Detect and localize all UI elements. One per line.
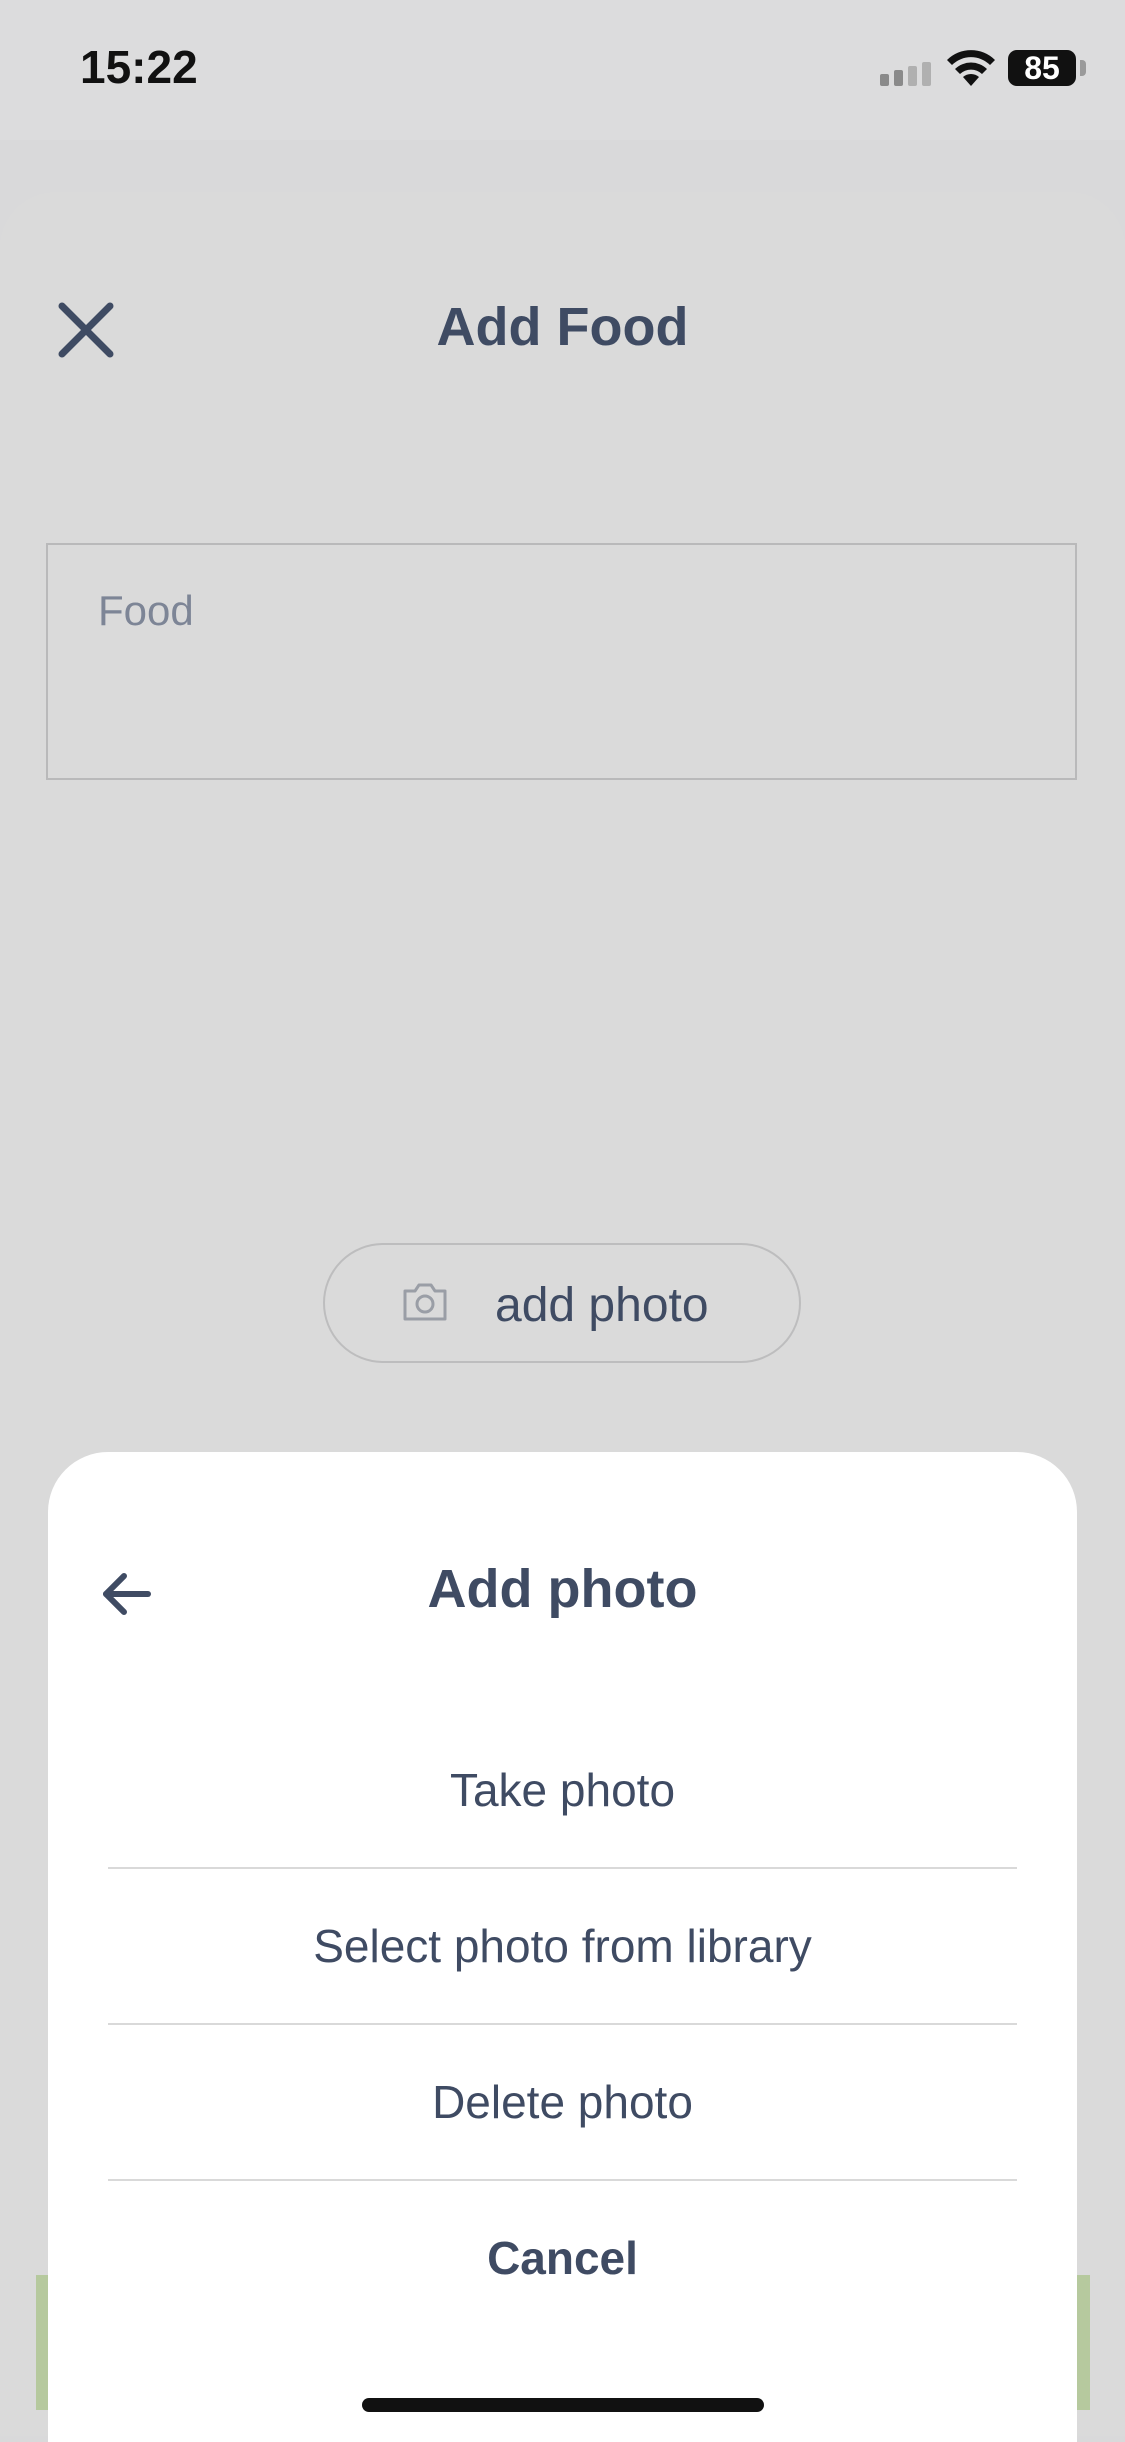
select-from-library-label: Select photo from library — [313, 1920, 812, 1972]
battery-indicator: 85 — [1008, 50, 1076, 86]
home-indicator — [362, 2398, 764, 2412]
status-bar: 15:22 85 — [0, 0, 1125, 140]
delete-photo-option[interactable]: Delete photo — [108, 2025, 1017, 2179]
green-accent-right — [1076, 2275, 1090, 2410]
cellular-signal-icon — [880, 62, 931, 86]
food-input-placeholder: Food — [98, 587, 194, 634]
status-time: 15:22 — [80, 41, 198, 93]
take-photo-option[interactable]: Take photo — [108, 1713, 1017, 1867]
battery-tip — [1080, 60, 1086, 76]
food-input[interactable]: Food — [46, 543, 1077, 780]
delete-photo-label: Delete photo — [432, 2076, 693, 2128]
cancel-button[interactable]: Cancel — [108, 2181, 1017, 2335]
add-photo-label: add photo — [495, 1279, 709, 1332]
add-photo-button[interactable]: add photo — [323, 1243, 801, 1363]
wifi-icon — [947, 50, 995, 86]
cancel-label: Cancel — [487, 2232, 638, 2284]
action-sheet-options: Take photo Select photo from library Del… — [48, 1452, 1077, 2442]
take-photo-label: Take photo — [449, 1764, 676, 1816]
page-title: Add Food — [436, 297, 689, 357]
select-from-library-option[interactable]: Select photo from library — [108, 1869, 1017, 2023]
camera-icon — [403, 1283, 447, 1321]
